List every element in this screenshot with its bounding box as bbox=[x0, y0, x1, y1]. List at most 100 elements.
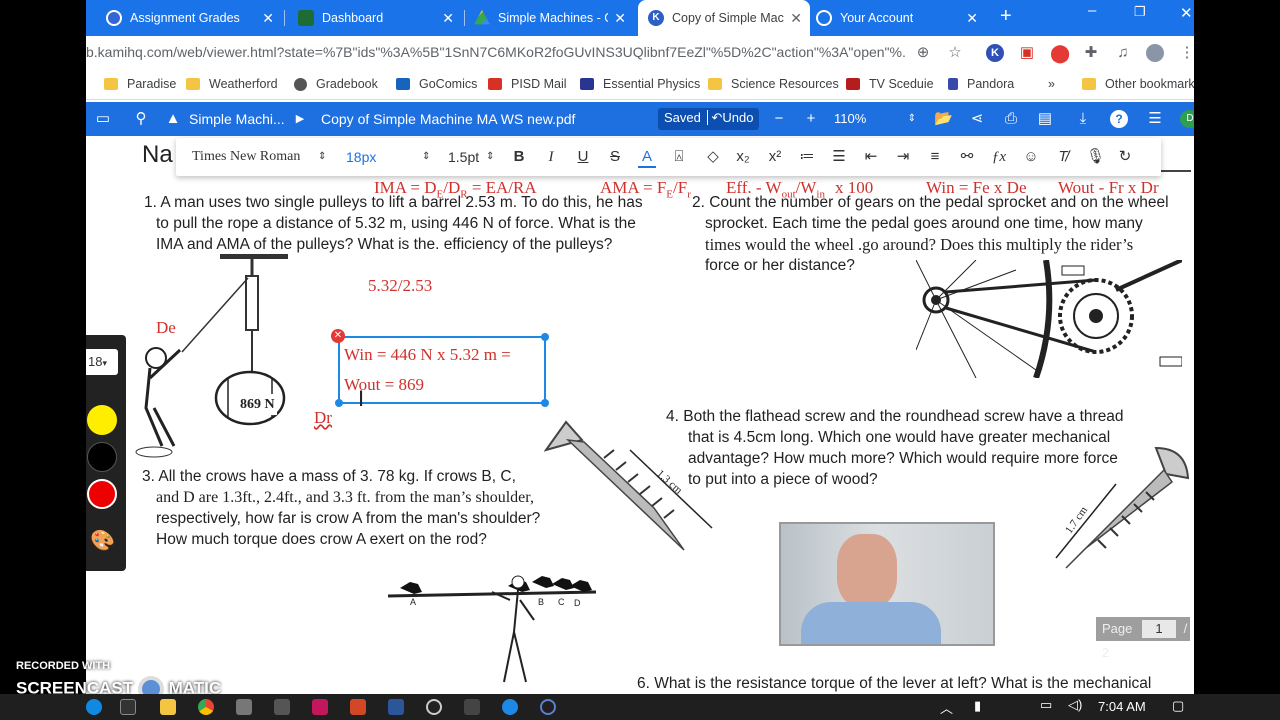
minimize-icon[interactable]: – bbox=[1088, 2, 1096, 19]
bookmark-paradise[interactable]: Paradise bbox=[104, 77, 176, 91]
store-icon[interactable] bbox=[120, 699, 136, 715]
bookmark-pandora[interactable]: Pandora bbox=[948, 77, 1014, 91]
camera-icon[interactable] bbox=[464, 699, 480, 715]
numbered-list-icon[interactable]: ≔ bbox=[798, 148, 816, 166]
annotation-textbox[interactable]: Win = 446 N x 5.32 m = Wout = 869 ✕ I bbox=[331, 329, 549, 411]
close-icon[interactable]: ✕ bbox=[614, 10, 626, 26]
bookmark-weatherford[interactable]: Weatherford bbox=[186, 77, 278, 91]
link-icon[interactable]: ⚯ bbox=[958, 148, 976, 166]
print-icon[interactable]: ⎙ bbox=[1002, 110, 1020, 128]
bold-icon[interactable]: B bbox=[510, 148, 528, 166]
zoom-in-icon[interactable]: + bbox=[802, 110, 820, 128]
avatar[interactable]: D bbox=[1180, 110, 1194, 128]
bookmark-other[interactable]: Other bookmarks bbox=[1082, 77, 1194, 91]
clear-format-icon[interactable]: T̸ bbox=[1054, 148, 1072, 166]
subscript-icon[interactable]: x₂ bbox=[734, 148, 752, 166]
pen-icon[interactable] bbox=[274, 699, 290, 715]
close-icon[interactable]: ✕ bbox=[262, 10, 274, 26]
kami-extension-icon[interactable]: K bbox=[986, 44, 1004, 62]
edge-icon[interactable] bbox=[86, 699, 102, 715]
calculator-icon[interactable] bbox=[236, 699, 252, 715]
undo-button[interactable]: ↶Undo bbox=[706, 110, 754, 125]
emoji-icon[interactable]: ☺ bbox=[1022, 148, 1040, 166]
network-tray-icon[interactable]: ▭ bbox=[1040, 697, 1052, 713]
kebab-menu-icon[interactable]: ⋮ bbox=[1178, 44, 1195, 62]
close-icon[interactable]: ✕ bbox=[442, 10, 454, 26]
close-window-icon[interactable]: ✕ bbox=[1180, 4, 1193, 22]
formula-icon[interactable]: ƒx bbox=[990, 148, 1008, 166]
download-icon[interactable]: ⤓ bbox=[1074, 110, 1092, 128]
add-icon[interactable]: ⊕ bbox=[914, 44, 932, 62]
annotation-win-line[interactable]: Win = 446 N x 5.32 m = bbox=[344, 345, 511, 365]
file-name[interactable]: Copy of Simple Machine MA WS new.pdf bbox=[321, 111, 575, 127]
volume-tray-icon[interactable]: ◁) bbox=[1068, 697, 1082, 713]
bookmark-gradebook[interactable]: Gradebook bbox=[294, 77, 378, 91]
chrome-icon[interactable] bbox=[198, 699, 214, 715]
resize-handle[interactable] bbox=[541, 399, 549, 407]
color-swatch-yellow[interactable] bbox=[87, 405, 117, 435]
word-icon[interactable] bbox=[388, 699, 404, 715]
underline-icon[interactable]: U bbox=[574, 148, 592, 166]
app-icon[interactable] bbox=[312, 699, 328, 715]
tab-copy-of-simple-machine[interactable]: K Copy of Simple Mac ✕ bbox=[638, 0, 810, 36]
bookmark-gocomics[interactable]: GoComics bbox=[396, 77, 477, 91]
close-icon[interactable]: ✕ bbox=[790, 10, 802, 26]
strikethrough-icon[interactable]: S bbox=[606, 148, 624, 166]
text-color-icon[interactable]: A bbox=[638, 148, 656, 168]
breadcrumb-folder[interactable]: Simple Machi... bbox=[189, 111, 285, 127]
zoom-out-icon[interactable]: − bbox=[770, 110, 788, 128]
puzzle-icon[interactable]: ✚ bbox=[1082, 44, 1100, 62]
bookmark-essential-physics[interactable]: Essential Physics bbox=[580, 77, 700, 91]
color-swatch-black[interactable] bbox=[87, 442, 117, 472]
resize-handle[interactable] bbox=[335, 399, 343, 407]
help-icon[interactable]: ? bbox=[1110, 110, 1128, 128]
tab-dashboard[interactable]: Dashboard ✕ bbox=[298, 0, 462, 36]
clock[interactable]: 7:04 AM bbox=[1098, 699, 1146, 714]
fill-color-icon[interactable]: ◇ bbox=[704, 148, 722, 166]
font-size-select[interactable]: 18px ⇕ bbox=[346, 148, 432, 166]
align-icon[interactable]: ≡ bbox=[926, 148, 944, 166]
rotate-icon[interactable]: ↻ bbox=[1116, 148, 1134, 166]
tray-chevron-up-icon[interactable]: ︿ bbox=[940, 698, 953, 717]
url-field[interactable]: b.kamihq.com/web/viewer.html?state=%7B"i… bbox=[86, 44, 906, 60]
indent-icon[interactable]: ⇥ bbox=[894, 148, 912, 166]
resize-handle[interactable] bbox=[541, 333, 549, 341]
more-bookmarks-chevron-icon[interactable]: » bbox=[1048, 77, 1055, 91]
notifications-icon[interactable]: ▢ bbox=[1172, 698, 1184, 714]
italic-icon[interactable]: I bbox=[542, 148, 560, 166]
microphone-icon[interactable]: 🎙 bbox=[1086, 148, 1105, 166]
screencast-extension-icon[interactable]: ▣ bbox=[1018, 44, 1036, 62]
share-icon[interactable]: ⋖ bbox=[968, 110, 986, 128]
new-tab-plus-icon[interactable]: + bbox=[1000, 5, 1012, 28]
outdent-icon[interactable]: ⇤ bbox=[862, 148, 880, 166]
color-swatch-red[interactable] bbox=[87, 479, 117, 509]
tab-your-account[interactable]: Your Account ✕ bbox=[816, 0, 986, 36]
size-select[interactable]: 18▾ bbox=[86, 349, 118, 375]
explorer-icon[interactable] bbox=[160, 699, 176, 715]
highlight-icon[interactable]: ⍓ bbox=[670, 148, 688, 166]
tab-simple-machines[interactable]: Simple Machines - G ✕ bbox=[474, 0, 634, 36]
screencast-icon[interactable] bbox=[502, 699, 518, 715]
zoom-select[interactable]: 110% ⇕ bbox=[826, 109, 920, 129]
save-icon[interactable]: ▤ bbox=[1036, 110, 1054, 128]
restore-icon[interactable]: ❐ bbox=[1134, 4, 1146, 20]
bookmark-star-icon[interactable]: ☆ bbox=[946, 44, 964, 62]
media-icon[interactable]: ♫ bbox=[1114, 44, 1132, 62]
annotation-wout-line[interactable]: Wout = 869 bbox=[344, 375, 424, 395]
superscript-icon[interactable]: x² bbox=[766, 148, 784, 166]
search-icon[interactable]: ⚲ bbox=[132, 110, 150, 128]
close-icon[interactable]: ✕ bbox=[966, 10, 978, 26]
delete-textbox-icon[interactable]: ✕ bbox=[331, 329, 345, 343]
avatar[interactable] bbox=[1146, 44, 1164, 62]
powerpoint-icon[interactable] bbox=[350, 699, 366, 715]
bullet-list-icon[interactable]: ☰ bbox=[830, 148, 848, 166]
bookmark-tv-schedule[interactable]: TV Sceduie bbox=[846, 77, 934, 91]
teams-icon[interactable] bbox=[540, 699, 556, 715]
palette-icon[interactable]: 🎨 bbox=[90, 529, 115, 553]
sidebar-toggle-icon[interactable]: ▭ bbox=[94, 110, 112, 128]
folder-open-icon[interactable]: 📂 bbox=[934, 110, 953, 128]
microphone-tray-icon[interactable]: ▮ bbox=[974, 698, 981, 714]
obs-icon[interactable] bbox=[426, 699, 442, 715]
hamburger-menu-icon[interactable]: ☰ bbox=[1146, 110, 1164, 128]
line-height-select[interactable]: 1.5pt ⇕ bbox=[448, 148, 496, 166]
